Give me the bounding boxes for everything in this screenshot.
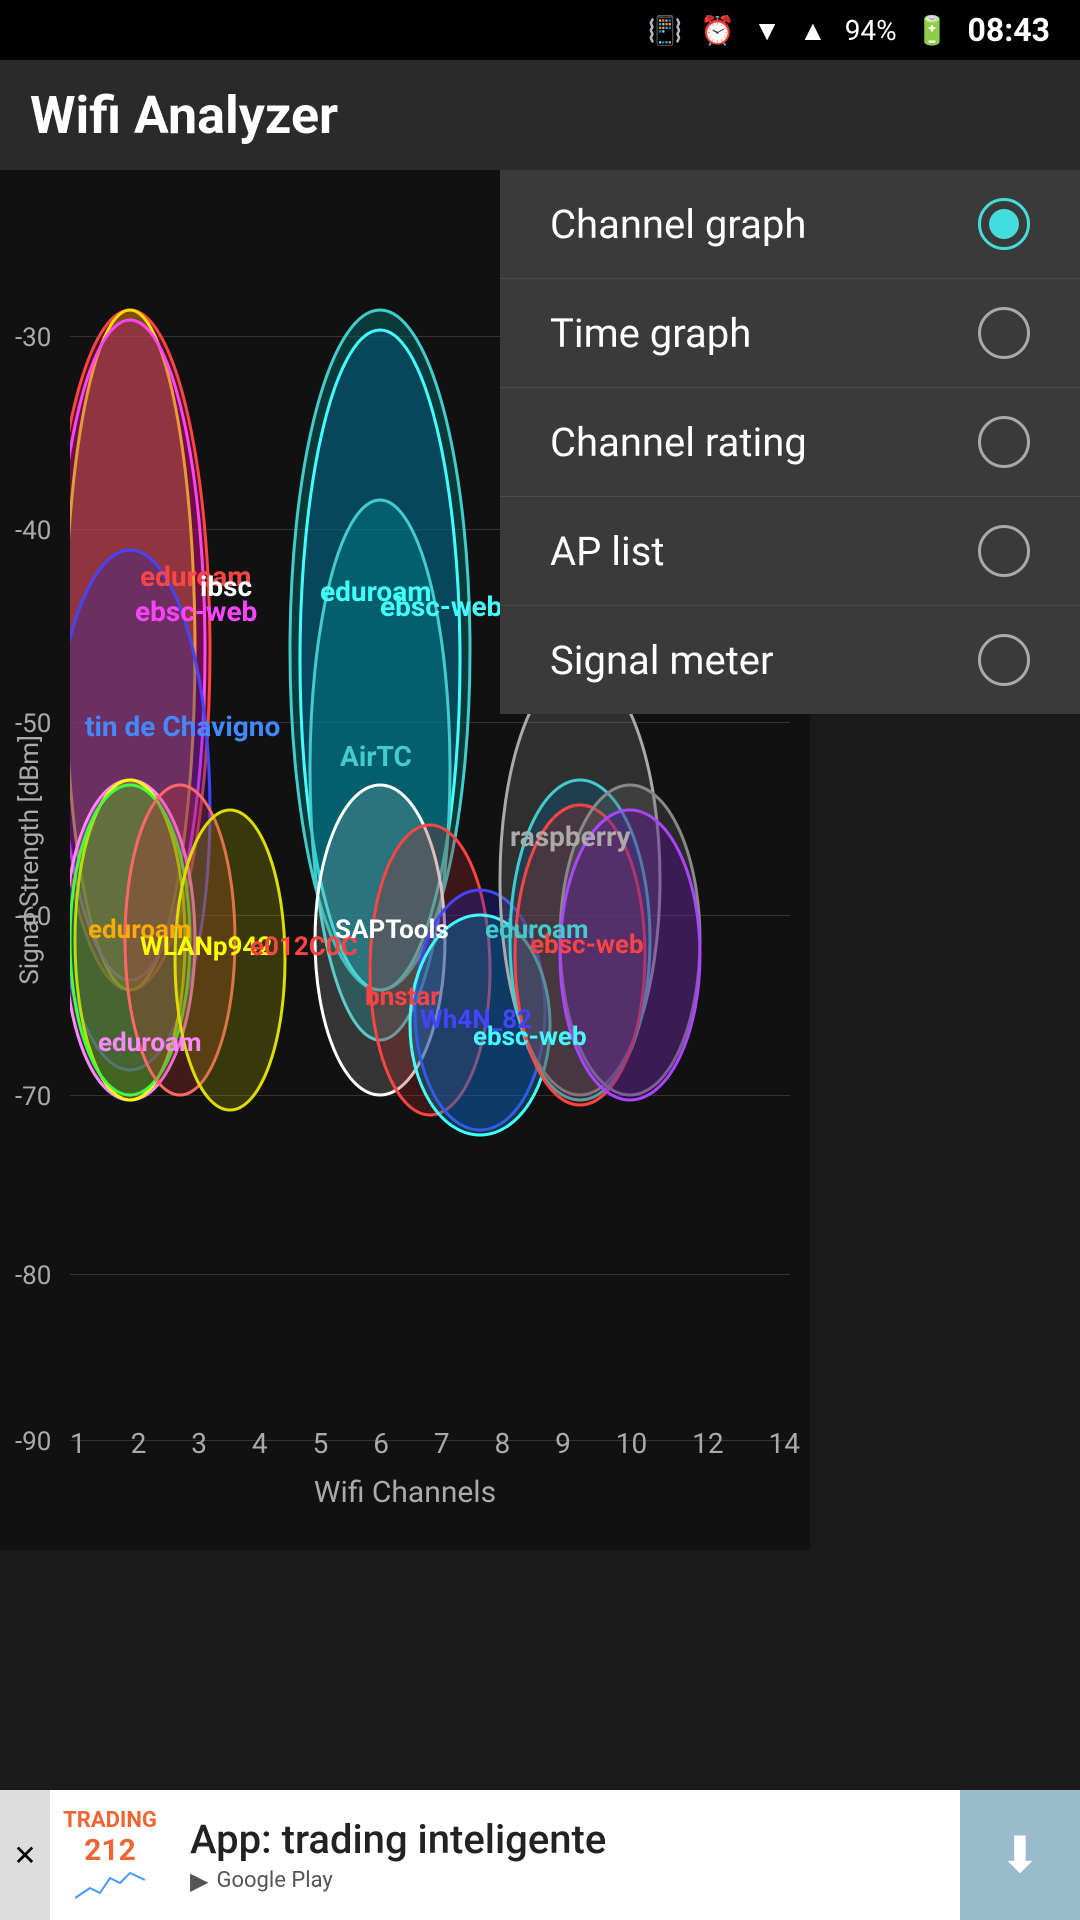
- ad-sub-text: Google Play: [216, 1868, 332, 1893]
- menu-item-channel-graph[interactable]: Channel graph: [500, 170, 1080, 279]
- network-curve-purple-ch11: [560, 810, 700, 1100]
- menu-item-ap-list[interactable]: AP list: [500, 497, 1080, 606]
- alarm-icon: ⏰: [700, 14, 735, 47]
- x-label-6: 6: [373, 1427, 389, 1460]
- radio-ap-list[interactable]: [978, 525, 1030, 577]
- x-label-3: 3: [191, 1427, 207, 1460]
- grid-label-90: -90: [15, 1427, 51, 1457]
- battery-icon: 🔋: [915, 14, 950, 47]
- grid-label-40: -40: [15, 516, 51, 546]
- x-axis: 1 2 3 4 5 6 7 8 9 10 12 14: [70, 1427, 800, 1460]
- radio-channel-graph[interactable]: [978, 198, 1030, 250]
- x-label-5: 5: [313, 1427, 329, 1460]
- menu-label-channel-graph: Channel graph: [550, 201, 806, 248]
- view-menu: Channel graph Time graph Channel rating …: [500, 170, 1080, 714]
- radio-inner-channel-graph: [989, 209, 1019, 239]
- status-bar: 📳 ⏰ ▼ ▲ 94% 🔋 08:43: [0, 0, 1080, 60]
- x-label-8: 8: [494, 1427, 510, 1460]
- x-axis-title: Wifi Channels: [0, 1475, 810, 1510]
- menu-item-channel-rating[interactable]: Channel rating: [500, 388, 1080, 497]
- ad-cta-button[interactable]: ⬇: [960, 1790, 1080, 1920]
- grid-label-30: -30: [15, 323, 51, 353]
- ad-logo: TRADING 212: [50, 1790, 170, 1920]
- x-label-12: 12: [692, 1427, 723, 1460]
- ad-download-icon: ⬇: [999, 1826, 1041, 1885]
- signal-icon: ▲: [799, 14, 827, 47]
- ad-logo-number: 212: [84, 1833, 136, 1868]
- grid-label-80: -80: [15, 1261, 51, 1291]
- menu-label-ap-list: AP list: [550, 528, 664, 575]
- menu-item-time-graph[interactable]: Time graph: [500, 279, 1080, 388]
- x-label-7: 7: [434, 1427, 450, 1460]
- ad-mini-chart: [75, 1868, 145, 1903]
- x-label-4: 4: [252, 1427, 268, 1460]
- app-header: Wifi Analyzer: [0, 60, 1080, 170]
- y-axis-label: Signal Strength [dBm]: [15, 735, 45, 985]
- ad-logo-text: TRADING: [63, 1808, 157, 1833]
- vibrate-icon: 📳: [648, 14, 683, 47]
- ad-banner: ✕ TRADING 212 App: trading inteligente ▶…: [0, 1790, 1080, 1920]
- grid-label-60: -60: [15, 902, 51, 932]
- x-label-1: 1: [70, 1427, 86, 1460]
- ad-sub-area: ▶ Google Play: [190, 1867, 940, 1895]
- radio-signal-meter[interactable]: [978, 634, 1030, 686]
- menu-label-channel-rating: Channel rating: [550, 419, 807, 466]
- menu-item-signal-meter[interactable]: Signal meter: [500, 606, 1080, 714]
- grid-label-50: -50: [15, 709, 51, 739]
- ad-main-text: App: trading inteligente: [190, 1816, 940, 1863]
- ad-close-icon: ✕: [13, 1839, 36, 1872]
- ad-play-icon: ▶: [190, 1867, 208, 1895]
- app-title: Wifi Analyzer: [30, 85, 338, 146]
- radio-channel-rating[interactable]: [978, 416, 1030, 468]
- x-label-14: 14: [769, 1427, 800, 1460]
- menu-label-time-graph: Time graph: [550, 310, 751, 357]
- x-label-9: 9: [555, 1427, 571, 1460]
- grid-label-70: -70: [15, 1082, 51, 1112]
- radio-time-graph[interactable]: [978, 307, 1030, 359]
- status-time: 08:43: [968, 11, 1050, 49]
- wifi-icon: ▼: [753, 14, 781, 47]
- menu-label-signal-meter: Signal meter: [550, 637, 774, 684]
- ad-close-button[interactable]: ✕: [0, 1790, 50, 1920]
- ad-text-area: App: trading inteligente ▶ Google Play: [170, 1811, 960, 1900]
- battery-percent: 94%: [845, 14, 897, 47]
- x-label-10: 10: [616, 1427, 647, 1460]
- x-label-2: 2: [131, 1427, 147, 1460]
- network-curve-e012: [175, 810, 285, 1110]
